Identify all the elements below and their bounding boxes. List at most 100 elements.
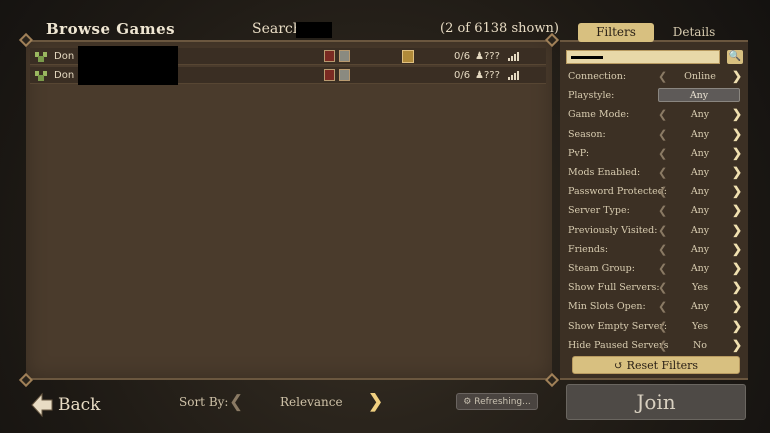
reset-filters-button[interactable]: ↺ Reset Filters bbox=[572, 356, 740, 374]
server-name: Don bbox=[54, 70, 75, 81]
filter-next-arrow[interactable]: ❯ bbox=[732, 280, 742, 294]
filter-label: Mods Enabled: bbox=[568, 167, 641, 178]
back-label: Back bbox=[58, 395, 101, 415]
filter-next-arrow[interactable]: ❯ bbox=[732, 223, 742, 237]
filter-value: Yes bbox=[692, 282, 708, 294]
filter-next-arrow[interactable]: ❯ bbox=[732, 127, 742, 141]
filter-next-arrow[interactable]: ❯ bbox=[732, 184, 742, 198]
filter-search-input[interactable] bbox=[566, 50, 720, 64]
filter-label: Min Slots Open: bbox=[568, 301, 646, 313]
pig-head-icon bbox=[35, 52, 47, 62]
filter-row[interactable]: Previously Visited: ❮ Any ❯ bbox=[562, 221, 746, 240]
filter-label: Server Type: bbox=[568, 205, 630, 217]
filter-value: Any bbox=[690, 205, 710, 217]
tab-details[interactable]: Details bbox=[658, 23, 730, 42]
filter-prev-arrow[interactable]: ❮ bbox=[658, 128, 667, 141]
filter-label: Show Full Servers: bbox=[568, 282, 660, 294]
filter-row[interactable]: Password Protected: ❮ Any ❯ bbox=[562, 182, 746, 201]
signal-bars-icon bbox=[508, 52, 519, 61]
filter-value: Yes bbox=[692, 320, 708, 332]
filter-next-arrow[interactable]: ❯ bbox=[732, 338, 742, 352]
filter-next-arrow[interactable]: ❯ bbox=[732, 242, 742, 256]
filter-next-arrow[interactable]: ❯ bbox=[732, 107, 742, 121]
filter-next-arrow[interactable]: ❯ bbox=[732, 203, 742, 217]
filter-prev-arrow[interactable]: ❮ bbox=[658, 166, 667, 179]
filter-row[interactable]: Server Type: ❮ Any ❯ bbox=[562, 201, 746, 220]
filter-prev-arrow[interactable]: ❮ bbox=[658, 281, 667, 294]
filter-value: Any bbox=[658, 88, 740, 103]
filter-next-arrow[interactable]: ❯ bbox=[732, 146, 742, 160]
filter-label: Playstyle: bbox=[568, 90, 615, 102]
filter-value: Any bbox=[690, 147, 710, 159]
filter-label: Previously Visited: bbox=[568, 224, 658, 236]
filter-prev-arrow[interactable]: ❮ bbox=[658, 70, 667, 83]
reset-filters-label: Reset Filters bbox=[626, 359, 699, 372]
filter-value: Any bbox=[690, 167, 710, 178]
filter-row[interactable]: Playstyle: Any bbox=[562, 86, 746, 105]
refresh-label: Refreshing... bbox=[474, 397, 531, 407]
filter-prev-arrow[interactable]: ❮ bbox=[658, 185, 667, 198]
filter-prev-arrow[interactable]: ❮ bbox=[658, 243, 667, 256]
filter-next-arrow[interactable]: ❯ bbox=[732, 299, 742, 313]
pig-head-icon bbox=[35, 71, 47, 81]
ping-value: ♟??? bbox=[475, 70, 500, 81]
redacted-name bbox=[78, 46, 178, 66]
filter-row[interactable]: Hide Paused Servers ❮ No ❯ bbox=[562, 336, 746, 355]
server-type-icon bbox=[339, 50, 350, 62]
filter-prev-arrow[interactable]: ❮ bbox=[658, 147, 667, 160]
filter-row[interactable]: Mods Enabled: ❮ Any ❯ bbox=[562, 163, 746, 182]
filter-row[interactable]: Connection: ❮ Online ❯ bbox=[562, 67, 746, 86]
server-row[interactable]: Don 0/6 ♟??? bbox=[30, 46, 546, 66]
filter-next-arrow[interactable]: ❯ bbox=[732, 165, 742, 179]
redacted-name bbox=[78, 65, 178, 85]
server-row[interactable]: Don 0/6 ♟??? bbox=[30, 65, 546, 85]
server-name: Don bbox=[54, 51, 75, 62]
refresh-button[interactable]: ⚙ Refreshing... bbox=[456, 393, 538, 410]
filter-row[interactable]: Friends: ❮ Any ❯ bbox=[562, 240, 746, 259]
back-arrow-icon bbox=[31, 392, 53, 418]
sort-next-arrow[interactable]: ❯ bbox=[368, 391, 383, 412]
filter-value: Any bbox=[690, 109, 710, 121]
filter-row[interactable]: PvP: ❮ Any ❯ bbox=[562, 144, 746, 163]
filter-label: Friends: bbox=[568, 243, 609, 255]
filter-row[interactable]: Season: ❮ Any ❯ bbox=[562, 125, 746, 144]
filter-label: Show Empty Server: bbox=[568, 320, 668, 332]
filter-prev-arrow[interactable]: ❮ bbox=[658, 262, 667, 275]
filter-value: No bbox=[692, 339, 708, 351]
filter-row[interactable]: Game Mode: ❮ Any ❯ bbox=[562, 105, 746, 124]
filter-label: Season: bbox=[568, 128, 606, 140]
filter-value: Any bbox=[690, 224, 710, 236]
server-count: (2 of 6138 shown) bbox=[440, 21, 559, 36]
filter-prev-arrow[interactable]: ❮ bbox=[658, 204, 667, 217]
filter-label: Connection: bbox=[568, 71, 627, 82]
filter-prev-arrow[interactable]: ❮ bbox=[658, 224, 667, 237]
tab-filters[interactable]: Filters bbox=[578, 23, 654, 42]
redacted-search-text bbox=[571, 56, 603, 59]
game-mode-icon bbox=[324, 50, 335, 62]
server-type-icon bbox=[339, 69, 350, 81]
filter-row[interactable]: Show Empty Server: ❮ Yes ❯ bbox=[562, 317, 746, 336]
sort-prev-arrow[interactable]: ❮ bbox=[229, 392, 243, 412]
filter-label: Steam Group: bbox=[568, 263, 635, 274]
filter-value: Any bbox=[690, 128, 710, 140]
filter-value: Any bbox=[690, 186, 710, 198]
filter-next-arrow[interactable]: ❯ bbox=[732, 69, 742, 83]
filter-next-arrow[interactable]: ❯ bbox=[732, 261, 742, 275]
filter-prev-arrow[interactable]: ❮ bbox=[658, 339, 667, 352]
page-title: Browse Games bbox=[46, 20, 176, 38]
search-input[interactable] bbox=[296, 22, 332, 38]
filter-row[interactable]: Min Slots Open: ❮ Any ❯ bbox=[562, 297, 746, 316]
search-icon[interactable]: 🔍 bbox=[727, 50, 743, 64]
filter-row[interactable]: Steam Group: ❮ Any ❯ bbox=[562, 259, 746, 278]
filter-label: Password Protected: bbox=[568, 186, 668, 198]
filter-value: Online bbox=[684, 71, 716, 82]
filter-prev-arrow[interactable]: ❮ bbox=[658, 320, 667, 333]
filter-next-arrow[interactable]: ❯ bbox=[732, 319, 742, 333]
filter-row[interactable]: Show Full Servers: ❮ Yes ❯ bbox=[562, 278, 746, 297]
player-count: 0/6 bbox=[454, 70, 471, 81]
signal-bars-icon bbox=[508, 71, 519, 80]
filter-prev-arrow[interactable]: ❮ bbox=[658, 108, 667, 121]
server-list: Don 0/6 ♟??? Don 0/6 ♟??? bbox=[26, 40, 552, 380]
filter-prev-arrow[interactable]: ❮ bbox=[658, 300, 667, 313]
join-button[interactable]: Join bbox=[566, 384, 746, 420]
